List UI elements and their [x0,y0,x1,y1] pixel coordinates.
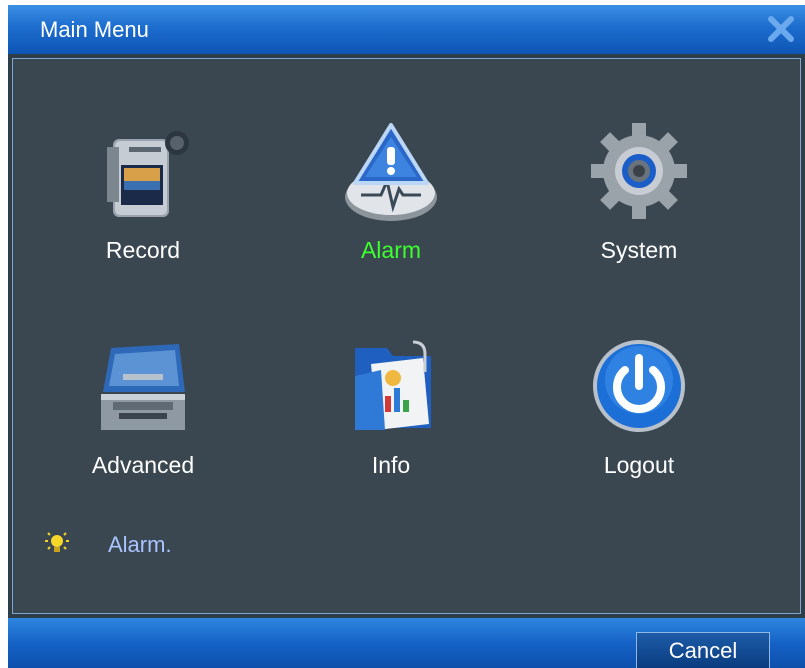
menu-item-label: Record [105,237,181,263]
bottom-bar: Cancel [8,618,805,668]
menu-item-info[interactable]: Info [301,334,481,504]
lightbulb-icon [45,532,69,552]
menu-item-record[interactable]: Record [53,119,233,289]
toolbox-icon [101,344,185,430]
close-icon[interactable] [763,11,799,47]
menu-item-alarm[interactable]: Alarm [301,119,481,289]
gear-icon [591,123,687,219]
folder-info-icon [355,340,431,430]
menu-item-logout[interactable]: Logout [549,334,729,504]
main-menu-window: Main Menu Record Alarm System Advanced I… [8,5,805,668]
menu-item-label: Alarm [360,237,422,263]
window-title: Main Menu [40,17,149,42]
menu-item-label: Logout [603,452,675,478]
power-icon [593,340,685,432]
menu-item-label: Info [371,452,411,478]
menu-item-label: Advanced [91,452,195,478]
title-bar: Main Menu [8,5,805,54]
video-camera-icon [107,131,189,217]
menu-item-advanced[interactable]: Advanced [53,334,233,504]
cancel-button[interactable]: Cancel [636,632,770,668]
menu-item-system[interactable]: System [549,119,729,289]
hint-text: Alarm. [108,532,172,557]
menu-item-label: System [600,237,678,263]
alarm-warning-icon [345,123,437,221]
menu-panel: Record Alarm System Advanced Info Logout… [12,58,801,614]
